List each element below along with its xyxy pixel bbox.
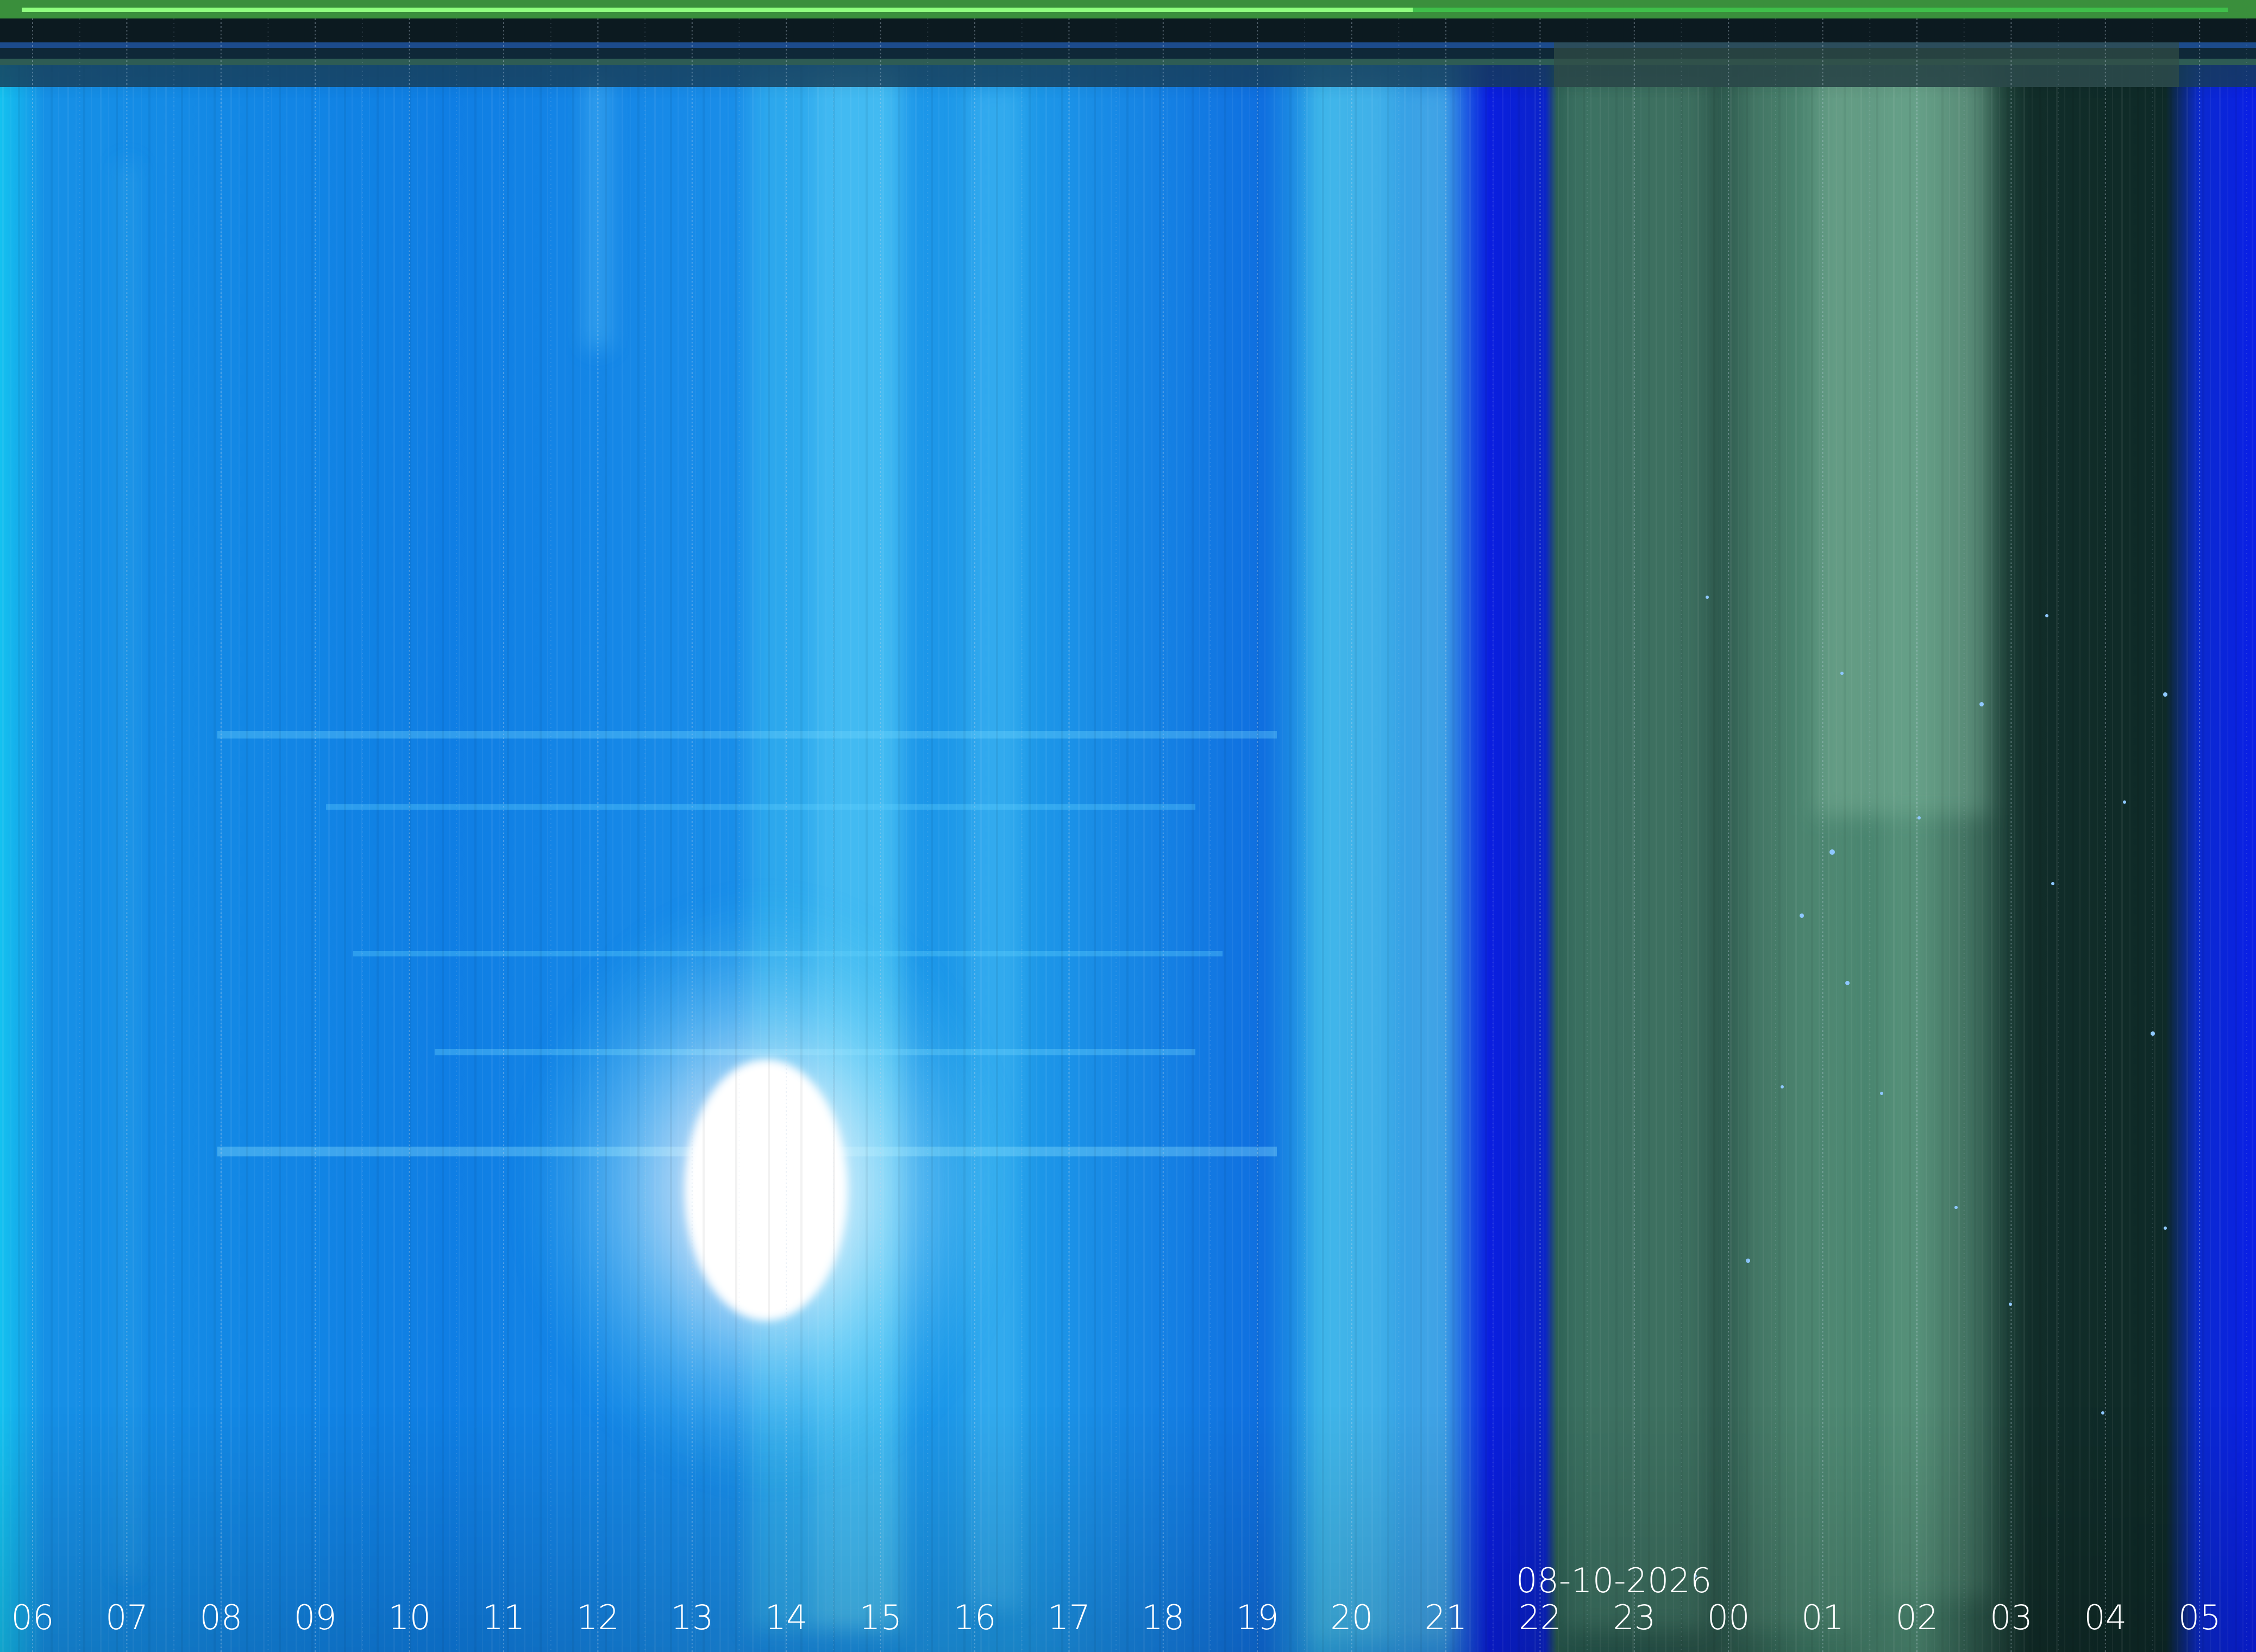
hour-label: 05 (2178, 1598, 2221, 1637)
hour-label: 22 (1519, 1598, 1562, 1637)
keogram-image: 06 07 08 09 10 11 12 13 14 15 16 17 18 19 20 21 22 23 00 01… (0, 0, 2256, 1652)
date-label: 08-10-2026 (1516, 1561, 1712, 1600)
hour-label: 02 (1896, 1598, 1939, 1637)
hour-label: 13 (670, 1598, 713, 1637)
hour-label: 15 (859, 1598, 902, 1637)
hour-label: 20 (1330, 1598, 1373, 1637)
hour-label: 00 (1707, 1598, 1750, 1637)
hour-label: 07 (105, 1598, 148, 1637)
hour-label: 18 (1142, 1598, 1185, 1637)
hour-label: 03 (1990, 1598, 2033, 1637)
hour-label: 16 (954, 1598, 997, 1637)
hour-label: 17 (1048, 1598, 1091, 1637)
vertical-shade (0, 0, 2256, 1652)
hour-label: 09 (294, 1598, 337, 1637)
hour-label: 04 (2084, 1598, 2127, 1637)
hour-label: 08 (199, 1598, 242, 1637)
hour-label: 01 (1801, 1598, 1844, 1637)
hour-label: 12 (576, 1598, 619, 1637)
hour-label: 19 (1236, 1598, 1279, 1637)
hour-label: 14 (765, 1598, 808, 1637)
hour-label: 10 (388, 1598, 431, 1637)
hour-label: 21 (1425, 1598, 1468, 1637)
hour-label: 06 (11, 1598, 54, 1637)
hour-label: 23 (1613, 1598, 1656, 1637)
hour-label: 11 (482, 1598, 525, 1637)
top-strip (0, 0, 2256, 87)
